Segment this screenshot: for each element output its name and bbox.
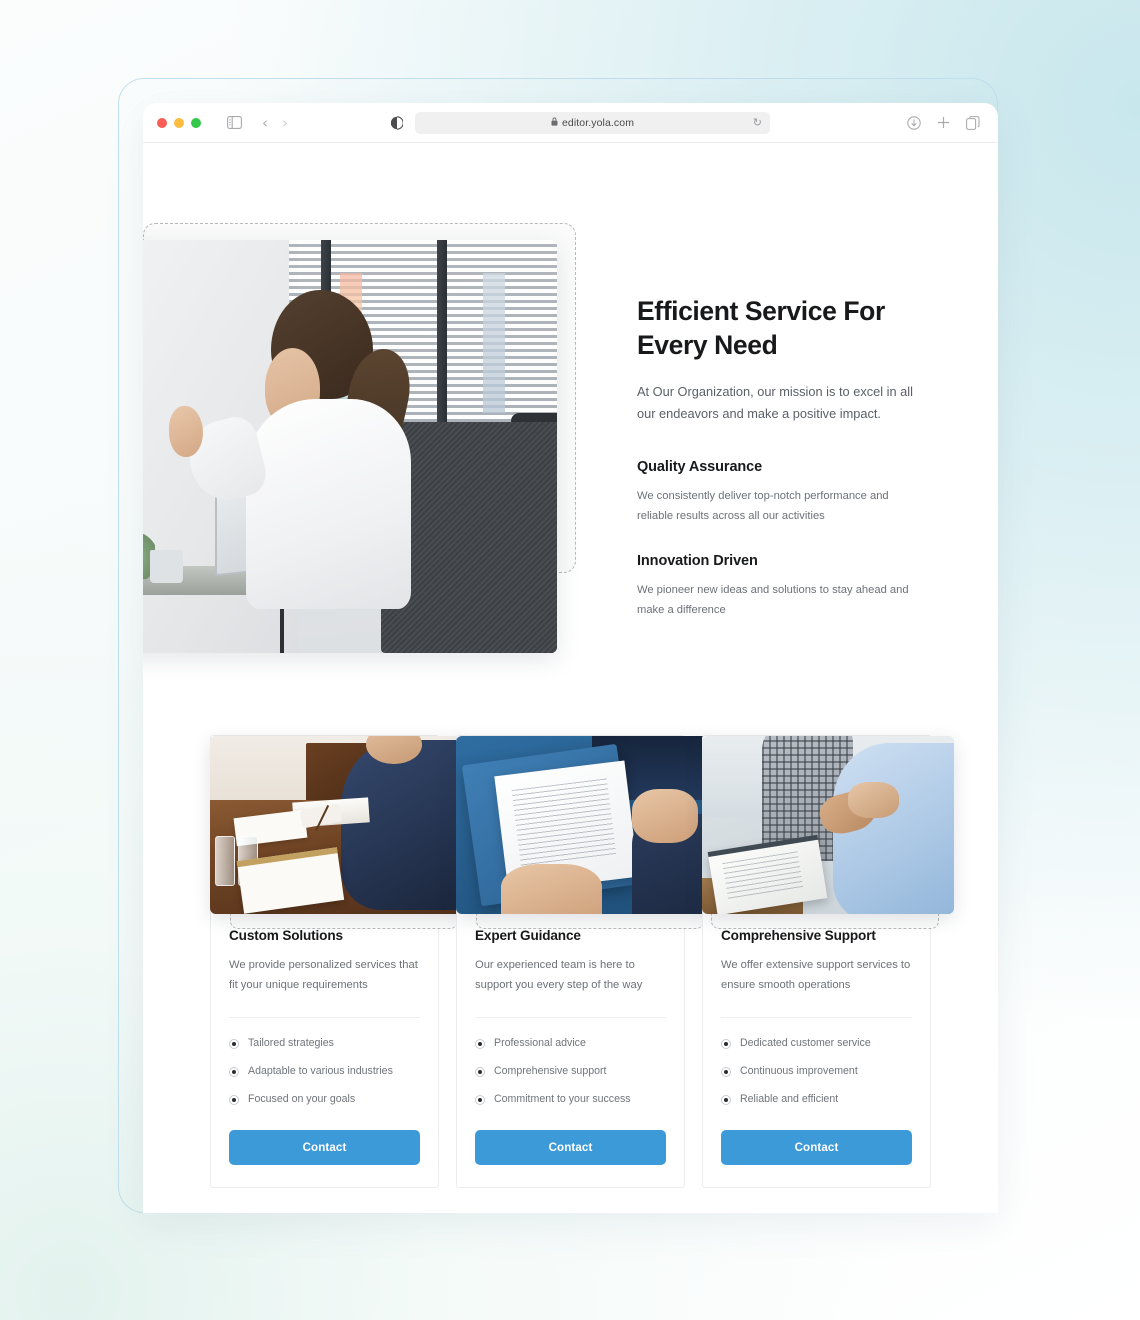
- page-title: Efficient Service For Every Need: [637, 296, 885, 360]
- forward-arrow-icon[interactable]: ›: [282, 114, 288, 132]
- card-description: Our experienced team is here to support …: [475, 959, 643, 991]
- card-title: Comprehensive Support: [721, 928, 876, 943]
- bullet-icon: [475, 1067, 485, 1078]
- bullet-icon: [721, 1095, 731, 1106]
- card-divider: [229, 1017, 420, 1019]
- list-item: Focused on your goals: [229, 1092, 420, 1108]
- list-item: Adaptable to various industries: [229, 1064, 420, 1080]
- navigation-arrows[interactable]: ‹ ›: [262, 114, 288, 132]
- card-body: Comprehensive Support We offer extensive…: [703, 928, 930, 1166]
- sidebar-toggle-icon[interactable]: [227, 116, 242, 129]
- list-item: Dedicated customer service: [721, 1036, 912, 1052]
- card-photo: [210, 736, 462, 914]
- browser-toolbar: ‹ › editor.yola.com ↻: [143, 103, 998, 143]
- hero-photo: [143, 240, 557, 653]
- list-item: Comprehensive support: [475, 1064, 666, 1080]
- downloads-icon[interactable]: [907, 115, 921, 130]
- hero-subtitle: At Our Organization, our mission is to e…: [637, 383, 913, 421]
- feature-title: Quality Assurance: [637, 458, 763, 475]
- bullet-icon: [475, 1095, 485, 1106]
- card-body: Expert Guidance Our experienced team is …: [457, 928, 684, 1166]
- hero-text-column: Efficient Service For Every Need At Our …: [637, 295, 937, 646]
- feature-block-quality: Quality Assurance We consistently delive…: [637, 459, 937, 527]
- contact-button[interactable]: Contact: [475, 1130, 666, 1166]
- card-feature-list: Professional advice Comprehensive suppor…: [475, 1036, 666, 1108]
- list-item-label: Focused on your goals: [248, 1093, 356, 1106]
- address-bar[interactable]: editor.yola.com ↻: [415, 111, 770, 134]
- service-cards-row: Custom Solutions We provide personalized…: [210, 735, 954, 1189]
- feature-block-innovation: Innovation Driven We pioneer new ideas a…: [637, 553, 937, 621]
- card-description: We offer extensive support services to e…: [721, 959, 911, 991]
- hero-image-woman-at-desk[interactable]: [143, 240, 557, 653]
- list-item-label: Dedicated customer service: [740, 1037, 871, 1050]
- minimize-button[interactable]: [174, 117, 184, 128]
- reload-icon[interactable]: ↻: [753, 116, 762, 129]
- list-item-label: Comprehensive support: [494, 1065, 607, 1078]
- window-controls[interactable]: [157, 117, 201, 128]
- feature-description: We pioneer new ideas and solutions to st…: [637, 583, 909, 616]
- feature-description: We consistently deliver top-notch perfor…: [637, 489, 889, 523]
- bullet-icon: [475, 1039, 485, 1050]
- list-item-label: Reliable and efficient: [740, 1093, 839, 1106]
- address-bar-url: editor.yola.com: [561, 116, 635, 129]
- maximize-button[interactable]: [191, 117, 201, 128]
- toolbar-right-actions: [907, 115, 984, 130]
- list-item: Professional advice: [475, 1036, 666, 1052]
- card-title: Custom Solutions: [229, 928, 343, 943]
- list-item: Reliable and efficient: [721, 1092, 912, 1108]
- service-card: Comprehensive Support We offer extensive…: [702, 735, 954, 1189]
- card-divider: [721, 1017, 912, 1019]
- card-description: We provide personalized services that fi…: [229, 959, 418, 991]
- list-item: Tailored strategies: [229, 1036, 420, 1052]
- reader-view-icon[interactable]: [391, 115, 403, 130]
- lock-icon: [551, 117, 558, 128]
- list-item: Continuous improvement: [721, 1064, 912, 1080]
- service-card: Expert Guidance Our experienced team is …: [456, 735, 708, 1189]
- card-title: Expert Guidance: [475, 928, 581, 943]
- bullet-icon: [229, 1095, 239, 1106]
- card-image-handing-blue-folder[interactable]: [456, 736, 708, 914]
- card-divider: [475, 1017, 666, 1019]
- close-button[interactable]: [157, 117, 167, 128]
- list-item-label: Continuous improvement: [740, 1065, 858, 1078]
- browser-window: ‹ › editor.yola.com ↻ Efficient Service …: [143, 103, 998, 1213]
- feature-title: Innovation Driven: [637, 552, 758, 569]
- website-canvas: Efficient Service For Every Need At Our …: [143, 143, 998, 1213]
- back-arrow-icon[interactable]: ‹: [262, 114, 268, 132]
- new-tab-icon[interactable]: [937, 116, 950, 129]
- card-image-business-handshake[interactable]: [702, 736, 954, 914]
- card-feature-list: Dedicated customer service Continuous im…: [721, 1036, 912, 1108]
- card-image-man-signing-document[interactable]: [210, 736, 462, 914]
- contact-button[interactable]: Contact: [229, 1130, 420, 1166]
- card-feature-list: Tailored strategies Adaptable to various…: [229, 1036, 420, 1108]
- card-body: Custom Solutions We provide personalized…: [211, 928, 438, 1166]
- list-item-label: Tailored strategies: [248, 1037, 334, 1050]
- card-photo: [702, 736, 954, 914]
- bullet-icon: [721, 1067, 731, 1078]
- tab-overview-icon[interactable]: [966, 115, 980, 130]
- bullet-icon: [229, 1067, 239, 1078]
- list-item-label: Professional advice: [494, 1037, 586, 1050]
- card-photo: [456, 736, 708, 914]
- service-card: Custom Solutions We provide personalized…: [210, 735, 462, 1189]
- contact-button[interactable]: Contact: [721, 1130, 912, 1166]
- hero-section: Efficient Service For Every Need At Our …: [143, 143, 998, 653]
- bullet-icon: [721, 1039, 731, 1050]
- list-item: Commitment to your success: [475, 1092, 666, 1108]
- list-item-label: Adaptable to various industries: [248, 1065, 393, 1078]
- list-item-label: Commitment to your success: [494, 1093, 631, 1106]
- bullet-icon: [229, 1039, 239, 1050]
